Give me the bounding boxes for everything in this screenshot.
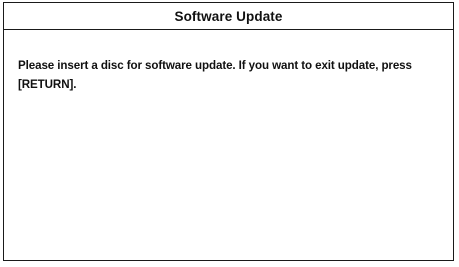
dialog-title-bar: Software Update: [4, 3, 453, 30]
dialog-title: Software Update: [174, 8, 283, 24]
software-update-dialog: Software Update Please insert a disc for…: [3, 2, 454, 261]
dialog-message: Please insert a disc for software update…: [18, 59, 412, 91]
